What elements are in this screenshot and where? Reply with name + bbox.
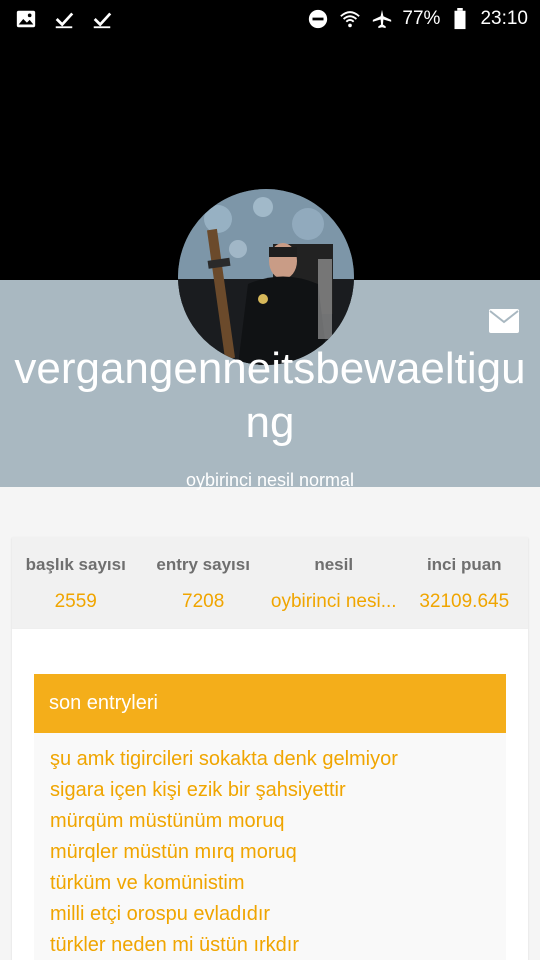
stat-label: inci puan	[426, 555, 502, 574]
stat-generation: nesil oybirinci nesi...	[267, 537, 401, 629]
entry-link[interactable]: şu amk tigircileri sokakta denk gelmiyor	[50, 744, 506, 775]
stats-card: başlık sayısı 2559 entry sayısı 7208 nes…	[12, 537, 528, 629]
wifi-icon	[338, 7, 362, 31]
avatar[interactable]	[178, 189, 354, 365]
status-bar: 77% 23:10	[0, 0, 540, 38]
mail-icon	[489, 309, 519, 333]
do-not-disturb-icon	[306, 7, 330, 31]
entry-list: şu amk tigircileri sokakta denk gelmiyor…	[34, 733, 506, 960]
message-button[interactable]	[488, 308, 520, 334]
stat-label: entry sayısı	[156, 555, 250, 574]
battery-percent: 77%	[402, 8, 441, 29]
stat-inci-points: inci puan 32109.645	[401, 537, 528, 629]
entry-link[interactable]: milli etçi orospu evladıdır	[50, 899, 506, 930]
battery-icon	[448, 7, 472, 31]
stat-value: 32109.645	[419, 591, 510, 612]
profile-username: vergangenneitsbewaeltigung	[14, 344, 526, 447]
entry-link[interactable]: türkler neden mi üstün ırkdır	[50, 930, 506, 960]
entry-link[interactable]: mürqler müstün mırq moruq	[50, 837, 506, 868]
airplane-mode-icon	[370, 7, 394, 31]
section-title: son entryleri	[34, 674, 506, 733]
check-icon	[52, 7, 76, 31]
stat-value: 2559	[54, 591, 97, 612]
stat-entry-count[interactable]: entry sayısı 7208	[139, 537, 266, 629]
image-icon	[14, 7, 38, 31]
entry-link[interactable]: sigara içen kişi ezik bir şahsiyettir	[50, 775, 506, 806]
stat-value: oybirinci nesi...	[270, 591, 397, 612]
entry-link[interactable]: türküm ve komünistim	[50, 868, 506, 899]
stat-topic-count[interactable]: başlık sayısı 2559	[12, 537, 139, 629]
stat-label: nesil	[314, 555, 354, 574]
entry-link[interactable]: mürqüm müstünüm moruq	[50, 806, 506, 837]
stat-value: 7208	[182, 591, 225, 612]
clock: 23:10	[480, 8, 528, 29]
stat-label: başlık sayısı	[25, 555, 126, 574]
check-icon	[90, 7, 114, 31]
profile-generation: oybirinci nesil normal	[185, 470, 355, 490]
recent-entries-card: son entryleri şu amk tigircileri sokakta…	[12, 629, 528, 960]
